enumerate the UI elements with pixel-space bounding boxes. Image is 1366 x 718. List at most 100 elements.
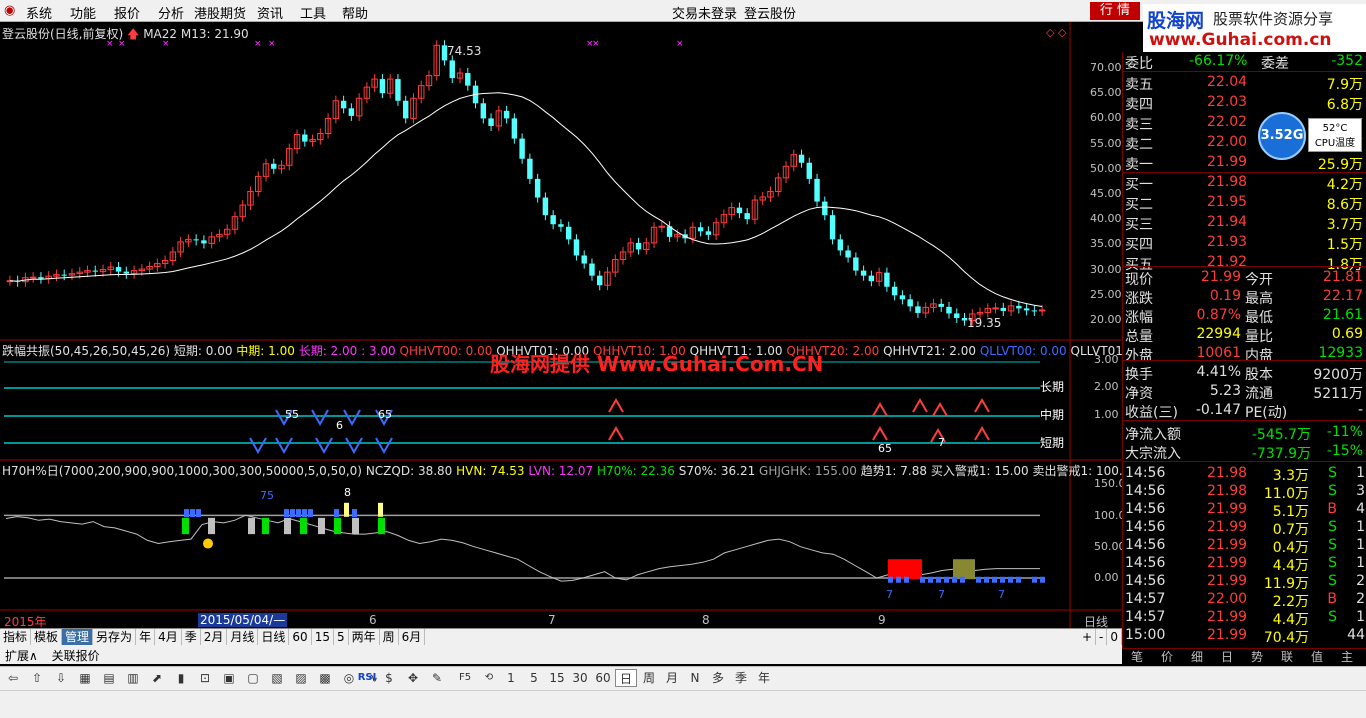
toolbar-period[interactable]: 60 [592,669,614,687]
trade-login-status[interactable]: 交易未登录 [672,3,737,22]
candle [449,60,455,79]
tab-template[interactable]: 模板 [31,629,63,645]
period-6month[interactable]: 6月 [399,629,426,645]
quote-tab[interactable]: 势 [1242,649,1272,665]
toolbar-period[interactable]: 15 [546,669,568,687]
quote-tab[interactable]: 日 [1212,649,1242,665]
toolbar-period[interactable]: 30 [569,669,591,687]
quote-tab[interactable]: 笔 [1122,649,1152,665]
label: 买一 [1125,177,1153,193]
toolbar-period[interactable]: 1 [500,669,522,687]
period-60[interactable]: 60 [289,629,312,645]
divider [1123,71,1366,72]
quote-tab[interactable]: 联 [1272,649,1302,665]
quote-button[interactable]: 行 情 [1090,2,1140,20]
period-day[interactable]: 日线 [258,629,290,645]
down-icon[interactable]: ⇩ [52,669,70,687]
toolbar-period[interactable]: 日 [615,669,637,687]
candle [915,306,921,313]
menu-quote[interactable]: 报价 [114,3,140,22]
menu-analysis[interactable]: 分析 [158,3,184,22]
stat2-row: 收益(三) -0.147 PE(动) - [1123,401,1366,421]
stat-row: 现价 21.99 今开 21.81 [1123,268,1366,288]
period-quarter[interactable]: 季 [182,629,201,645]
toolbar-period[interactable]: 季 [730,669,752,687]
tick-time: 14:56 [1125,555,1166,571]
flow-row: 大宗流入 -737.9万 -15% [1123,442,1366,462]
candle [938,303,944,307]
stock-name-title: 登云股份 [744,7,797,22]
period-week[interactable]: 周 [380,629,399,645]
candle [635,242,642,250]
period-2year[interactable]: 两年 [349,629,380,645]
related-quote-button[interactable]: 关联报价 [47,646,105,665]
f5-icon[interactable]: F5 [456,669,474,687]
label: 大宗流入 [1125,446,1181,462]
quote-tab[interactable]: 值 [1302,649,1332,665]
quote-tab[interactable]: 价 [1152,649,1182,665]
h-icon[interactable]: ▢ [244,669,262,687]
ind1-long: 长期: 2.00 : 3.00 [298,344,396,358]
ind2-bottom-block [904,576,909,583]
rsi-button[interactable]: RSI [356,669,378,687]
f10b-icon[interactable]: ▨ [292,669,310,687]
period-5[interactable]: 5 [334,629,349,645]
zoom-in-button[interactable]: + [1079,629,1097,645]
f2-icon[interactable]: ▧ [268,669,286,687]
f70-icon[interactable]: ▩ [316,669,334,687]
menu-help[interactable]: 帮助 [342,3,368,22]
candle [736,207,743,214]
period-2month[interactable]: 2月 [201,629,228,645]
candle [597,275,603,286]
value: 21.99 [1200,269,1241,285]
move-icon[interactable]: ✥ [404,669,422,687]
toolbar-period[interactable]: 5 [523,669,545,687]
committee-diff: -352 [1331,53,1363,69]
high-price-label: 74.53 [447,44,482,58]
list-icon[interactable]: ▤ [100,669,118,687]
toolbar-period[interactable]: 多 [707,669,729,687]
toolbar-period[interactable]: 周 [638,669,660,687]
label: 现价 [1125,272,1153,288]
month-label: 9 [878,613,886,627]
buy-row: 买二 21.95 8.6万 [1123,193,1366,213]
toolbar-period[interactable]: 月 [661,669,683,687]
toolbar-period[interactable]: 年 [753,669,775,687]
toolbar-period[interactable]: N [684,669,706,687]
tab-indicator[interactable]: 指标 [0,629,32,645]
stat2-row: 净资 5.23 流通 5211万 [1123,382,1366,402]
period-month[interactable]: 月线 [227,629,259,645]
tab-manage[interactable]: 管理 [62,629,94,645]
tab-save-as[interactable]: 另存为 [93,629,137,645]
chart-canvas[interactable]: × × × × × ×× × [0,22,1122,628]
quote-tab[interactable]: 细 [1182,649,1212,665]
f10-icon[interactable]: ⊡ [196,669,214,687]
pencil-icon[interactable]: ✎ [428,669,446,687]
quote-tab[interactable]: 主 [1332,649,1362,665]
a-icon[interactable]: ▣ [220,669,238,687]
expand-button[interactable]: 扩展∧ [0,646,43,665]
trend-icon[interactable]: ⬈ [148,669,166,687]
menu-function[interactable]: 功能 [70,3,96,22]
up-icon[interactable]: ⇧ [28,669,46,687]
candle-icon[interactable]: ▮ [172,669,190,687]
back-icon[interactable]: ⇦ [4,669,22,687]
chart-area[interactable]: × × × × × × × × 登云股份(日线,前复权) 🡅 MA22 M13: 21.90 … [0,22,1150,630]
table-icon[interactable]: ▥ [124,669,142,687]
menu-news[interactable]: 资讯 [257,3,283,22]
zoom-reset-button[interactable]: 0 [1107,629,1122,645]
ind2-bar [334,517,341,535]
menu-hk-futures[interactable]: 港股期货 [194,3,246,22]
grid-icon[interactable]: ▦ [76,669,94,687]
dollar-icon[interactable]: $ [380,669,398,687]
menu-system[interactable]: 系统 [26,3,52,22]
candle [527,158,533,179]
zoom-out-button[interactable]: - [1096,629,1108,645]
tick-side: S [1328,483,1337,499]
refresh-icon[interactable]: ⟲ [480,669,498,687]
period-15[interactable]: 15 [312,629,334,645]
period-4month[interactable]: 4月 [155,629,182,645]
menu-tools[interactable]: 工具 [300,3,326,22]
period-year[interactable]: 年 [136,629,156,645]
tick-price: 21.99 [1207,627,1248,643]
